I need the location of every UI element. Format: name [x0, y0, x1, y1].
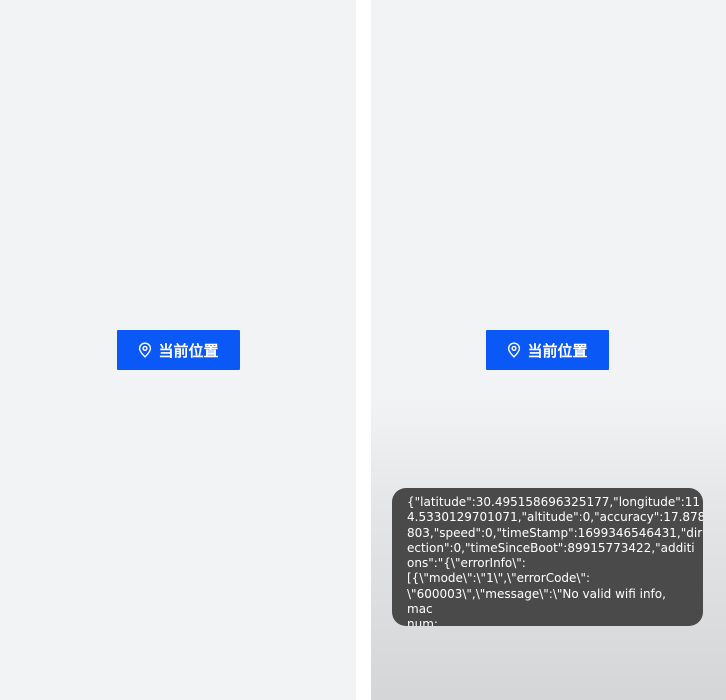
location-pin-icon	[507, 342, 521, 358]
current-location-button[interactable]: 当前位置	[117, 330, 240, 370]
current-location-button[interactable]: 当前位置	[486, 330, 609, 370]
current-location-label: 当前位置	[158, 341, 219, 360]
location-pin-icon	[138, 342, 152, 358]
right-phone-screen: 当前位置 {"latitude":30.495158696325177,"lon…	[371, 0, 726, 700]
left-phone-screen: 当前位置	[0, 0, 356, 700]
location-result-toast: {"latitude":30.495158696325177,"longitud…	[392, 488, 703, 626]
current-location-label: 当前位置	[527, 341, 588, 360]
